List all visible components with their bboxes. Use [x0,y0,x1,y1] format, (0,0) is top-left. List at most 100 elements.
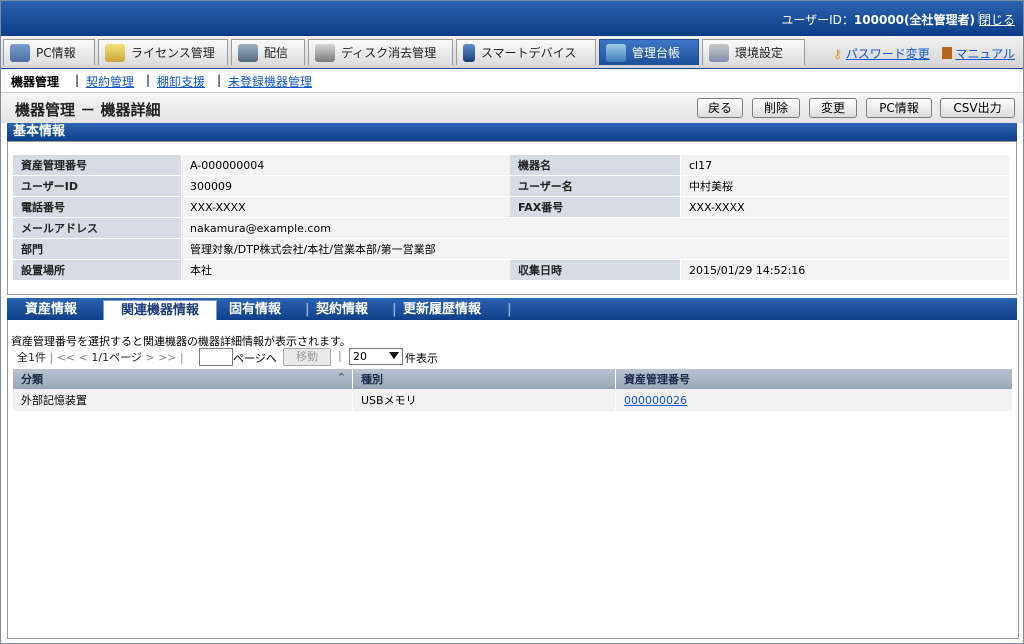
basic-info-table: 資産管理番号 A-000000004 機器名 cl17 ユーザーID 30000… [13,155,1009,281]
app-window: ユーザーID：100000(全社管理者) | 閉じる PC情報 ライセンス管理 … [0,0,1024,644]
user-id-label: ユーザーID： [781,13,854,27]
top-header: ユーザーID：100000(全社管理者) | 閉じる [1,1,1023,36]
basic-info-header: 基本情報 [7,123,1017,141]
info-label: 機器名 [510,155,681,176]
last-page-icon[interactable]: >> [158,351,176,364]
tab-disk-erase[interactable]: ディスク消去管理 [308,39,453,65]
info-label: 部門 [13,238,182,260]
info-value: 2015/01/29 14:52:16 [680,259,1009,281]
tab-license[interactable]: ライセンス管理 [98,39,228,65]
tab-delivery[interactable]: 配信 [231,39,305,65]
next-page-icon[interactable]: > [145,351,154,364]
page-suffix: ページへ [233,352,277,365]
first-page-icon[interactable]: << [57,351,75,364]
delete-button[interactable]: 削除 [752,98,800,118]
subnav-inventory-link[interactable]: 棚卸支援 [157,73,205,90]
tab-specific-info[interactable]: 固有情報 [229,300,281,320]
tab-label: 更新履歴情報 [403,302,482,317]
info-row: 部門 管理対象/DTP株式会社/本社/営業本部/第一営業部 [13,238,1009,260]
pager: 全1件 | << < 1/1ページ > >> | [17,349,184,367]
related-devices-table: 分類 ⌃ 種別 資産管理番号 外部記憶装置 USBメモリ 000000026 [13,369,1013,411]
info-label: FAX番号 [510,196,681,218]
ledger-icon [606,43,626,62]
related-devices-panel [7,320,1019,639]
change-button[interactable]: 変更 [809,98,857,118]
info-value: nakamura@example.com [181,217,1009,239]
user-id-value: 100000(全社管理者) [853,13,975,27]
column-label: 分類 [21,373,43,386]
info-row: 電話番号 XXX-XXXX FAX番号 XXX-XXXX [13,196,1009,218]
close-link[interactable]: 閉じる [979,11,1015,28]
divider: | [217,73,222,87]
cell-asset-no: 000000026 [615,389,1013,411]
subnav-current: 機器管理 [11,75,60,89]
info-row: 設置場所 本社 収集日時 2015/01/29 14:52:16 [13,259,1009,281]
delivery-icon [238,43,258,62]
tab-smart-device[interactable]: スマートデバイス [456,39,596,65]
manual-book-icon [941,47,952,59]
info-row: ユーザーID 300009 ユーザー名 中村美桜 [13,175,1009,197]
divider: | [146,73,151,87]
per-page-select[interactable]: 20 [349,348,403,365]
key-icon: ⚷ [833,47,842,61]
table-row: 外部記憶装置 USBメモリ 000000026 [13,389,1013,411]
csv-export-button[interactable]: CSV出力 [940,98,1015,118]
tab-label: 契約情報 [316,302,369,317]
manual-link[interactable]: マニュアル [955,47,1015,61]
tab-label: スマートデバイス [481,46,577,60]
sub-nav: 機器管理 | 契約管理 | 棚卸支援 | 未登録機器管理 [1,69,1023,91]
info-value: XXX-XXXX [680,196,1009,218]
tab-contract-info[interactable]: 契約情報 [316,300,368,320]
password-change-link[interactable]: パスワード変更 [846,47,930,61]
page-title-bar: 機器管理 － 機器詳細 戻る 削除 変更 PC情報 CSV出力 [1,92,1023,123]
tab-spacer: | [305,302,310,317]
info-label: ユーザーID [13,175,182,197]
column-label: 種別 [361,373,383,386]
tools-icon [709,43,729,62]
info-label: メールアドレス [13,217,182,239]
info-value: 管理対象/DTP株式会社/本社/営業本部/第一営業部 [181,238,1009,260]
tab-label: ライセンス管理 [131,46,215,60]
tab-settings[interactable]: 環境設定 [702,39,805,65]
move-button[interactable]: 移動 [283,348,331,366]
divider: | [338,349,342,362]
tab-ledger[interactable]: 管理台帳 [599,39,699,65]
info-row: 資産管理番号 A-000000004 機器名 cl17 [13,155,1009,176]
tab-update-history[interactable]: 更新履歴情報 [403,300,481,320]
info-value: 本社 [181,259,510,281]
disk-erase-icon [315,43,335,62]
column-asset-no[interactable]: 資産管理番号 [615,369,1013,389]
per-page-suffix: 件表示 [405,352,438,365]
detail-tabs: 資産情報 関連機器情報 固有情報 | 契約情報 | 更新履歴情報 | [7,298,1017,320]
page-info: 1/1ページ [91,351,142,364]
subnav-contract-link[interactable]: 契約管理 [86,73,134,90]
info-row: メールアドレス nakamura@example.com [13,217,1009,239]
back-button[interactable]: 戻る [697,98,743,118]
smartphone-icon [463,43,475,62]
tab-spacer: | [507,302,512,317]
prev-page-icon[interactable]: < [79,351,88,364]
column-type[interactable]: 種別 [352,369,616,389]
page-title: 機器管理 － 機器詳細 [15,101,161,119]
license-icon [105,43,125,62]
subnav-unregistered-link[interactable]: 未登録機器管理 [228,73,312,90]
user-info: ユーザーID：100000(全社管理者) [781,11,975,28]
cell-category: 外部記憶装置 [13,389,353,411]
tab-label: 環境設定 [735,46,784,60]
info-value: 中村美桜 [680,175,1009,197]
asset-number-link[interactable]: 000000026 [624,394,687,407]
info-label: 資産管理番号 [13,155,182,176]
info-label: ユーザー名 [510,175,681,197]
page-number-input[interactable] [199,348,233,366]
tab-label: 配信 [264,46,289,60]
pc-info-button[interactable]: PC情報 [866,98,932,118]
tab-related-devices[interactable]: 関連機器情報 [103,300,217,320]
info-value: 300009 [181,175,510,197]
column-category[interactable]: 分類 ⌃ [13,369,353,389]
info-label: 収集日時 [510,259,681,281]
tab-label: 管理台帳 [632,46,681,60]
tab-asset-info[interactable]: 資産情報 [25,300,77,320]
tab-pc-info[interactable]: PC情報 [3,39,95,65]
sort-icon[interactable]: ⌃ [337,371,346,384]
per-page-value: 20 [353,350,367,363]
